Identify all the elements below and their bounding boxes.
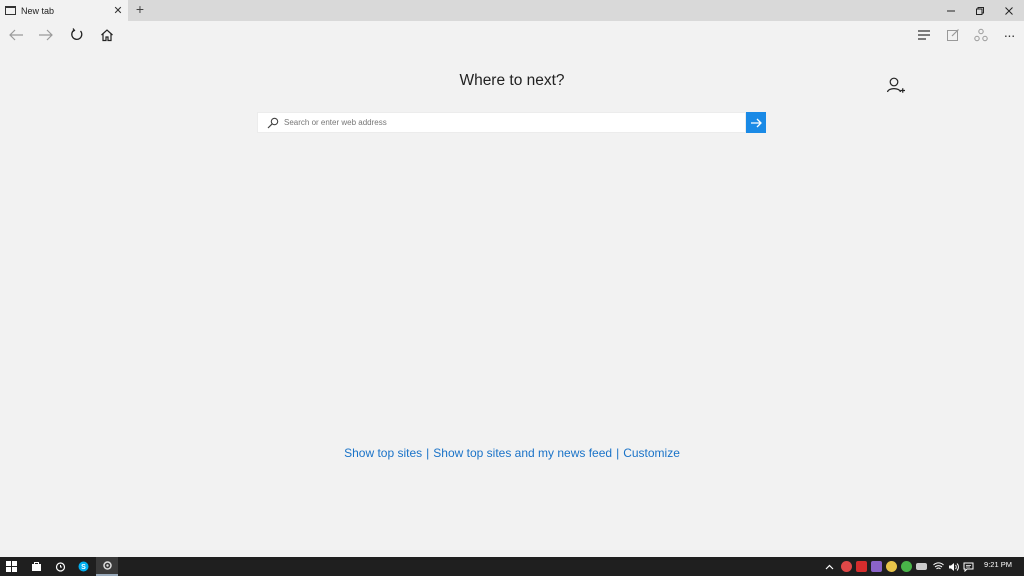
speaker-icon [948, 562, 959, 571]
add-account-button[interactable] [886, 76, 906, 96]
hub-button[interactable] [914, 25, 934, 45]
customize-link[interactable]: Customize [623, 446, 680, 460]
search-go-button[interactable] [746, 112, 766, 133]
network-button[interactable] [930, 557, 946, 576]
web-note-icon [947, 29, 959, 41]
skype-icon: S [78, 561, 88, 572]
volume-button[interactable] [945, 557, 961, 576]
svg-text:S: S [81, 564, 86, 571]
show-top-sites-and-news-link[interactable]: Show top sites and my news feed [433, 446, 612, 460]
hub-icon [918, 30, 930, 40]
home-button[interactable] [97, 25, 117, 45]
minimize-icon [947, 10, 955, 11]
taskbar-alarms[interactable] [49, 557, 71, 576]
store-icon [31, 562, 41, 571]
tray-app-icon[interactable] [841, 561, 852, 572]
share-button[interactable] [971, 25, 991, 45]
tray-app-icon[interactable] [871, 561, 882, 572]
arrow-left-icon [9, 29, 23, 41]
alarm-clock-icon [55, 562, 65, 572]
home-icon [101, 29, 113, 42]
add-user-icon [886, 77, 905, 93]
more-button[interactable]: ··· [999, 25, 1019, 45]
taskbar: S 9:21 PM [0, 557, 1024, 576]
search-input[interactable] [284, 118, 724, 127]
taskbar-skype[interactable]: S [72, 557, 94, 576]
windows-icon [5, 561, 17, 572]
wifi-icon [932, 562, 944, 570]
battery-icon[interactable] [916, 563, 927, 570]
separator: | [426, 446, 430, 460]
search-icon [267, 117, 279, 128]
search-box [257, 112, 746, 133]
close-icon [1005, 6, 1013, 15]
navigation-bar: ··· [0, 21, 1024, 48]
tray-app-icon[interactable] [886, 561, 897, 572]
action-center-button[interactable] [960, 557, 976, 576]
restore-button[interactable] [965, 0, 995, 21]
share-icon [974, 28, 988, 42]
new-tab-button[interactable]: + [132, 2, 148, 18]
separator: | [616, 446, 620, 460]
tray-app-icon[interactable] [901, 561, 912, 572]
refresh-button[interactable] [67, 25, 87, 45]
tray-app-icon[interactable] [856, 561, 867, 572]
back-button[interactable] [6, 25, 26, 45]
restore-icon [976, 6, 984, 15]
tab-strip: New tab ✕ + [0, 0, 1024, 21]
page-heading: Where to next? [459, 72, 565, 89]
start-button[interactable] [0, 557, 22, 576]
show-top-sites-link[interactable]: Show top sites [344, 446, 422, 460]
feed-options: Show top sites | Show top sites and my new… [0, 446, 1024, 460]
tab-title: New tab [21, 5, 55, 16]
show-hidden-icons-button[interactable] [821, 557, 837, 576]
minimize-button[interactable] [936, 0, 966, 21]
settings-icon [102, 561, 112, 570]
web-note-button[interactable] [943, 25, 963, 45]
arrow-right-icon [39, 29, 53, 41]
page-icon [5, 6, 16, 15]
taskbar-store[interactable] [25, 557, 47, 576]
tab-close-button[interactable]: ✕ [108, 4, 128, 17]
chevron-up-icon [825, 564, 833, 569]
arrow-right-icon [751, 118, 762, 127]
notification-icon [963, 562, 973, 572]
taskbar-clock[interactable]: 9:21 PM [976, 560, 1020, 569]
tab-new-tab[interactable]: New tab ✕ [0, 0, 128, 21]
taskbar-edge-active[interactable] [96, 557, 118, 576]
forward-button[interactable] [36, 25, 56, 45]
refresh-icon [71, 28, 83, 40]
close-window-button[interactable] [994, 0, 1024, 21]
